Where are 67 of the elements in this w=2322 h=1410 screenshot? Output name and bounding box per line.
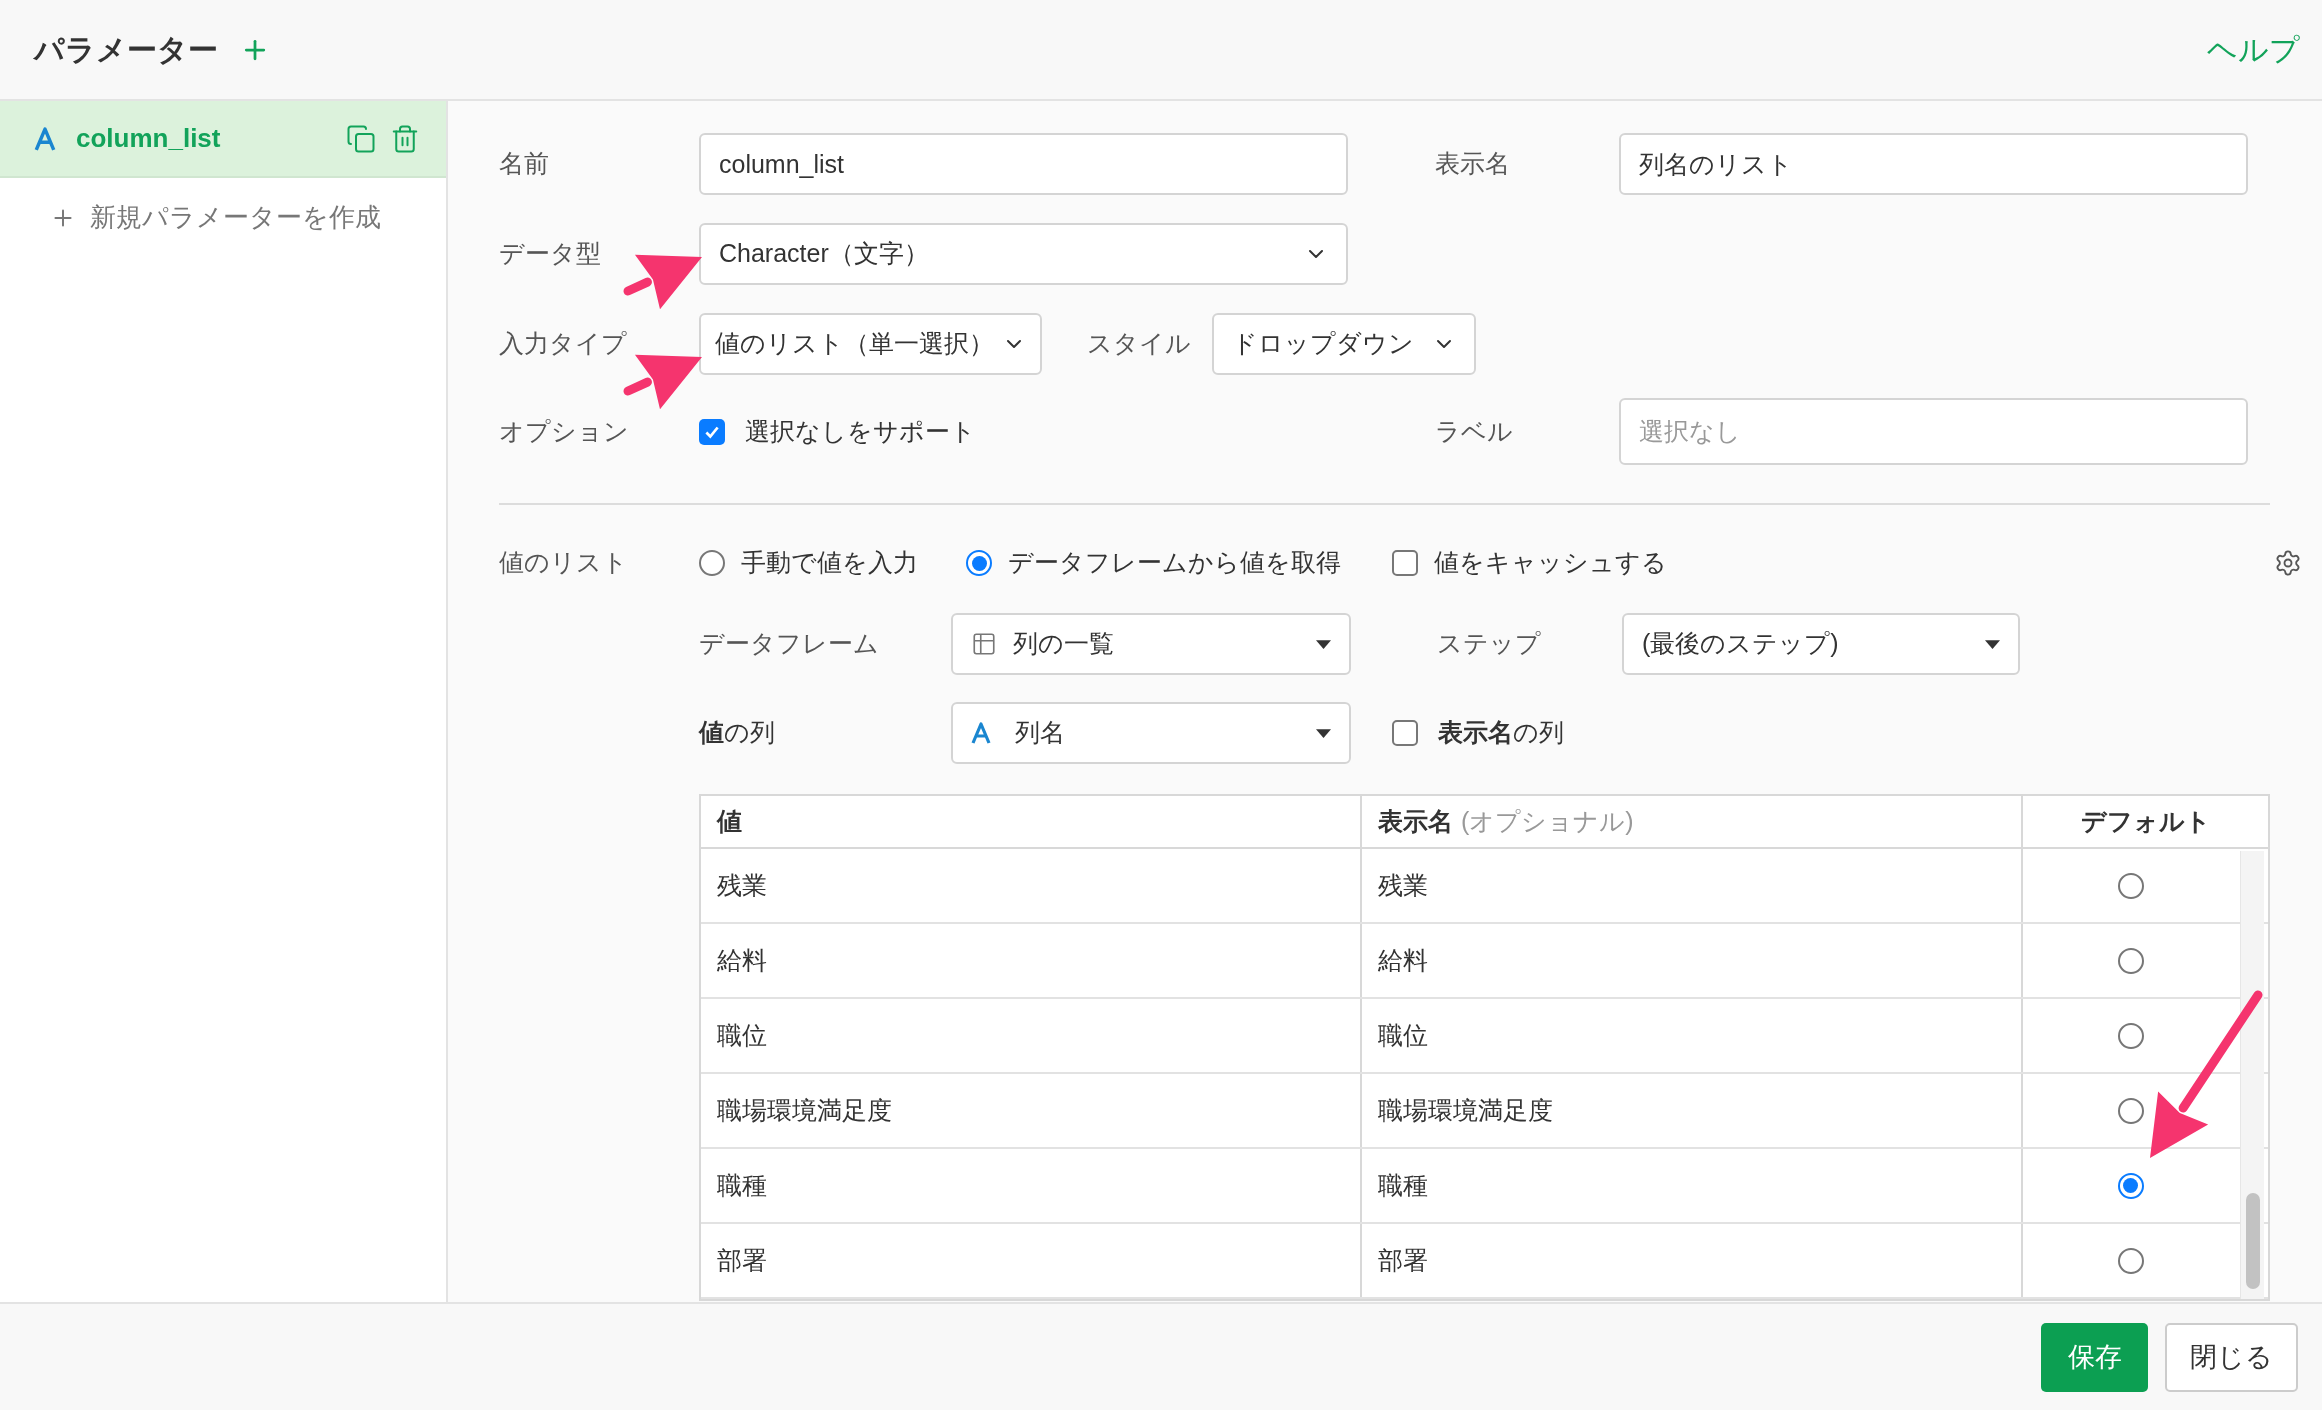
checkbox-label: 値をキャッシュする [1434,547,1667,579]
field-label: オプション [499,415,630,447]
column-note: (オプショナル) [1461,805,1634,837]
column-header: 値 [701,796,1362,847]
settings-icon[interactable] [2274,549,2302,577]
field-label: スタイル [1087,328,1192,360]
radio-button[interactable] [2117,1022,2144,1049]
copy-icon[interactable] [346,123,376,154]
step-select[interactable]: (最後のステップ) [1622,613,2020,675]
label-field[interactable]: 選択なし [1619,398,2248,465]
field-label: 名前 [499,148,550,180]
display-name-field[interactable]: 列名のリスト [1619,133,2248,195]
radio-label: 手動で値を入力 [741,547,918,579]
radio-button[interactable] [2117,1097,2144,1124]
input-type-select[interactable]: 値のリスト（単一選択） [699,313,1042,375]
table-cell: 職場環境満足度 [1362,1074,2023,1147]
table-cell: 残業 [1362,849,2023,922]
field-label: ラベル [1435,415,1514,447]
table-cell: 職位 [1362,999,2023,1072]
table-icon [971,631,997,657]
letter-a-icon [971,722,991,744]
column-title: 表示名 [1378,805,1453,837]
new-parameter-button[interactable]: 新規パラメーターを作成 [50,198,446,237]
field-label: データフレーム [699,628,880,660]
radio-button[interactable] [2117,1247,2144,1274]
radio-button[interactable] [966,550,992,576]
table-cell: 職種 [701,1149,1362,1222]
table-cell: 部署 [1362,1224,2023,1297]
table-cell: 部署 [701,1224,1362,1297]
select-value: 列名 [1015,717,1065,749]
field-label: 入力タイプ [499,328,628,360]
close-button[interactable]: 閉じる [2165,1322,2298,1392]
name-field[interactable]: column_list [699,133,1348,195]
dataframe-select[interactable]: 列の一覧 [951,613,1351,675]
radio-button[interactable] [699,550,725,576]
letter-a-icon [34,126,56,151]
select-value: 列の一覧 [1013,628,1114,660]
parameter-name: column_list [76,122,221,155]
trash-icon[interactable] [390,123,420,154]
checkbox[interactable] [1392,550,1418,576]
checkbox[interactable] [1392,720,1418,746]
field-label: 値の列 [699,717,776,749]
checkbox-label: 選択なしをサポート [745,415,977,447]
table-cell: 職場環境満足度 [701,1074,1362,1147]
column-header: デフォルト [2079,805,2212,837]
field-label: 値のリスト [499,547,629,579]
caret-icon [1316,728,1331,738]
value-column-select[interactable]: 列名 [951,702,1351,764]
table-cell: 職種 [1362,1149,2023,1222]
radio-button[interactable] [2117,872,2144,899]
radio-button[interactable] [2117,1172,2144,1199]
checkbox[interactable] [699,418,725,445]
style-select[interactable]: ドロップダウン [1212,313,1476,375]
checkbox-label: 表示名の列 [1438,717,1564,749]
data-type-select[interactable]: Character（文字） [699,223,1348,285]
radio-label: データフレームから値を取得 [1008,547,1341,579]
table-cell: 給料 [1362,924,2023,997]
table-cell: 給料 [701,924,1362,997]
page-title: パラメーター [34,32,218,68]
field-label: データ型 [499,238,602,270]
caret-icon [1316,639,1331,649]
table-cell: 残業 [701,849,1362,922]
field-label: ステップ [1437,628,1542,660]
radio-button[interactable] [2117,947,2144,974]
field-label: 表示名 [1435,148,1511,180]
table-cell: 職位 [701,999,1362,1072]
caret-icon [1985,639,2000,649]
